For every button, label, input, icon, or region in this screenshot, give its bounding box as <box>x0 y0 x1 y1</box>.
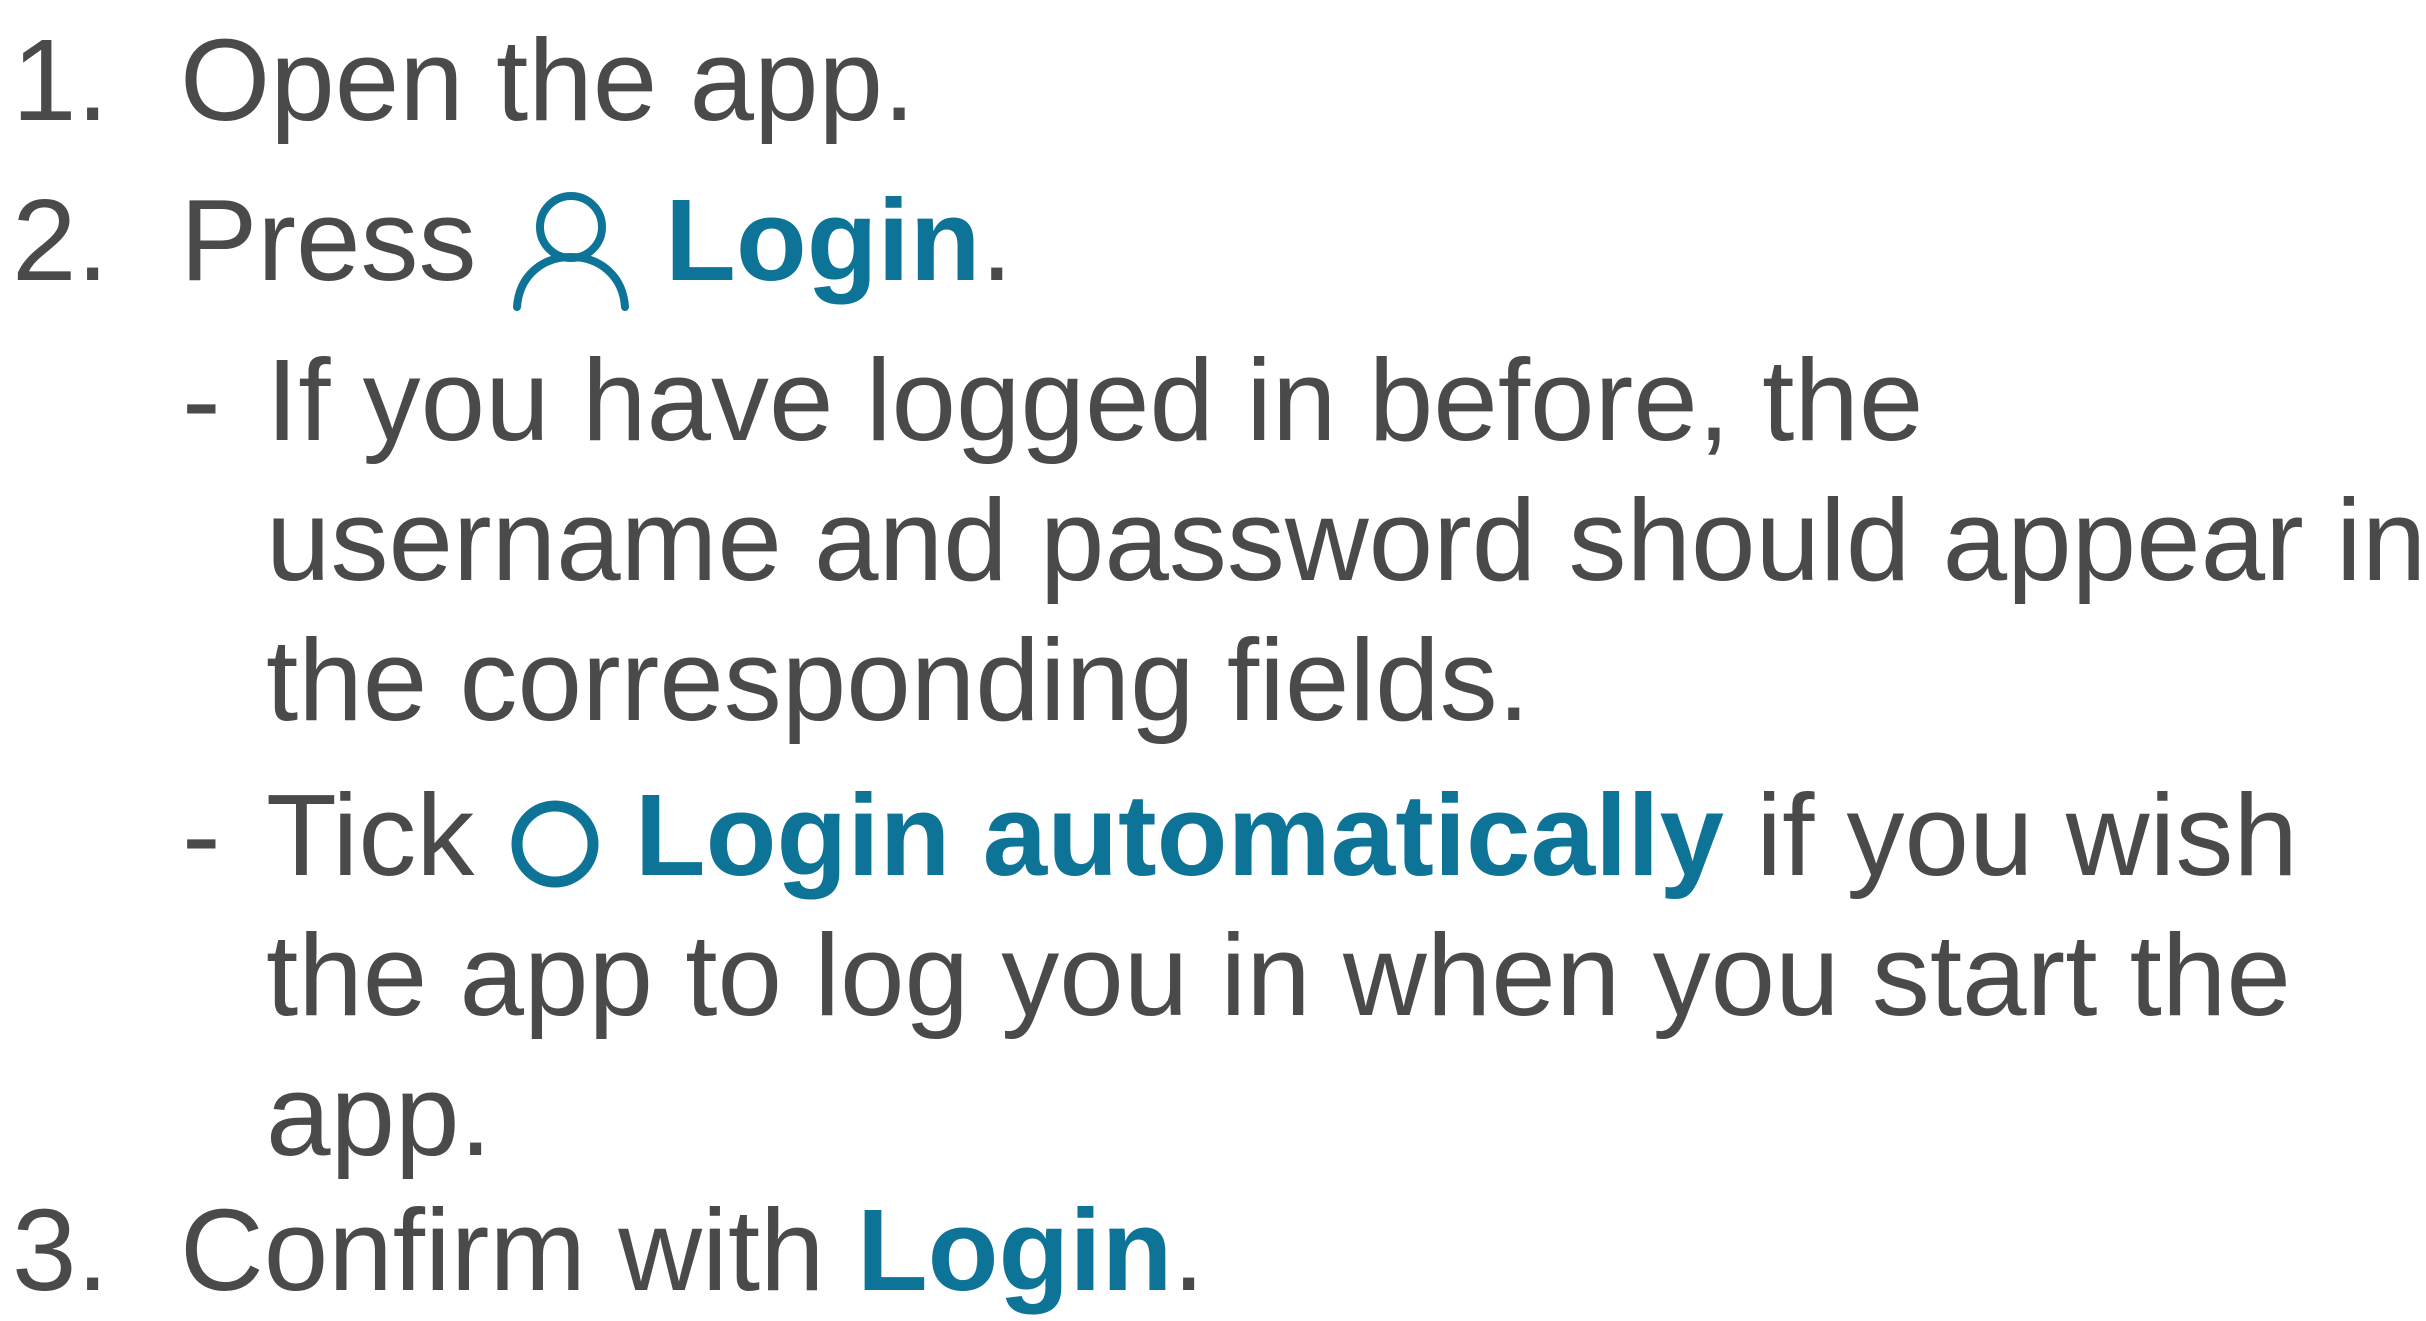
user-icon <box>509 185 633 313</box>
step-text: Open the app. <box>180 15 916 145</box>
substep-text: the app to log you in when you start the <box>266 910 2291 1040</box>
step-prefix: Confirm with <box>180 1185 825 1315</box>
step-number: 2. <box>12 175 109 305</box>
step-text: Confirm with Login. <box>180 1180 1205 1320</box>
substep-suffix: if you wish <box>1756 770 2298 900</box>
substep-text: the corresponding fields. <box>266 615 1530 745</box>
login-automatically-label: Login automatically <box>634 770 1725 900</box>
login-label: Login <box>664 175 981 305</box>
substep-text: Tick Login automatically if you wish <box>266 765 2298 905</box>
step-suffix: . <box>1172 1185 1205 1315</box>
step-prefix: Press <box>180 175 477 305</box>
step-number: 1. <box>12 15 109 145</box>
login-label: Login <box>856 1185 1173 1315</box>
substep-text: If you have logged in before, the <box>266 335 1924 465</box>
bullet-dash: - <box>182 770 221 900</box>
step-suffix: . <box>980 175 1013 305</box>
circle-icon <box>507 796 603 892</box>
step-text: Press Login. <box>180 170 1013 313</box>
substep-text: username and password should appear in <box>266 475 2426 605</box>
substep-prefix: Tick <box>266 770 475 900</box>
step-number: 3. <box>12 1185 109 1315</box>
bullet-dash: - <box>182 335 221 465</box>
substep-text: app. <box>266 1050 492 1180</box>
